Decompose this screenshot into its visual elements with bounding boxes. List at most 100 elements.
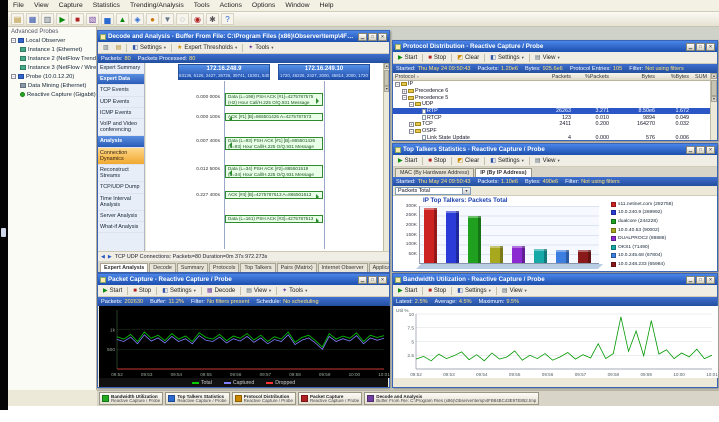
tree-item-instance-2-netflow-trending[interactable]: Instance 2 (NetFlow Trending)	[8, 54, 96, 63]
stop-button[interactable]: ■ Stop	[425, 53, 449, 63]
settings-button[interactable]: ◧ Settings ▾	[454, 286, 494, 296]
nav-icmp-events[interactable]: ICMP Events	[98, 108, 144, 120]
protocol-row-tcp[interactable]: + TCP 2411 0.200 164270 0.032	[393, 121, 710, 128]
nav-tcp-udp-dump[interactable]: TCP/UDP Dump	[98, 182, 144, 194]
tab-decode[interactable]: Decode	[149, 263, 176, 272]
expert-thresholds-button[interactable]: ★ Expert Thresholds ▾	[174, 43, 240, 53]
settings-button[interactable]: ◧ Settings ▾	[159, 286, 199, 296]
tree-item-instance-3-netflow-wireless[interactable]: Instance 3 (NetFlow / Wireless)	[8, 63, 96, 72]
nav-tcp-events[interactable]: TCP Events	[98, 85, 144, 97]
decode-icon[interactable]: ▧	[86, 13, 99, 25]
protocol-row-rtcp[interactable]: RTCP 123 0.010 9894 0.049	[393, 114, 710, 121]
minimize-button[interactable]: ▁	[686, 42, 695, 51]
tab-protocols[interactable]: Protocols	[208, 263, 240, 272]
maximize-button[interactable]: □	[696, 42, 705, 51]
nav-time-interval-analysis[interactable]: Time Interval Analysis	[98, 194, 144, 212]
menu-tools[interactable]: Tools	[189, 0, 215, 12]
message-box[interactable]: Data (L=161) PSH ACK [#3]=4275787513	[225, 215, 323, 223]
tree-item-probe-10-0-12-20[interactable]: − Probe (10.0.12.20)	[8, 72, 96, 81]
column-header-bytes[interactable]: %Bytes	[658, 74, 692, 80]
print-button[interactable]: ▥	[100, 43, 112, 53]
maximize-button[interactable]: □	[368, 32, 377, 41]
start-button[interactable]: ▶ Start	[395, 156, 420, 166]
nav-reconstruct-streams[interactable]: Reconstruct Streams	[98, 165, 144, 183]
tree-item-reactive-capture-gigabit[interactable]: Reactive Capture (Gigabit)	[8, 90, 96, 99]
taskbar-tab-bandwidth-utilization[interactable]: Bandwidth Utilization Reactive Capture / …	[99, 392, 164, 405]
titlebar[interactable]: Protocol Distribution - Reactive Capture…	[393, 41, 717, 52]
stop-button[interactable]: ■ Stop	[425, 156, 449, 166]
nav-expert-data[interactable]: Expert Data	[98, 74, 144, 86]
prev-connection-icon[interactable]: ◀	[101, 254, 105, 260]
tree-item-local-observer[interactable]: − Local Observer	[8, 36, 96, 45]
bar-10-0-248-233[interactable]	[578, 250, 591, 263]
titlebar[interactable]: Packet Capture - Reactive Capture / Prob…	[98, 274, 389, 285]
menu-view[interactable]: View	[29, 0, 54, 12]
nav-voip-and-video-conferencing[interactable]: VoIP and Video conferencing	[98, 119, 144, 137]
taskbar-tab-protocol-distribution[interactable]: Protocol Distribution Reactive Capture / …	[231, 392, 296, 405]
tab-summary[interactable]: Summary	[176, 263, 208, 272]
settings-button[interactable]: ◧ Settings ▾	[487, 156, 527, 166]
settings-icon[interactable]: ✱	[206, 13, 219, 25]
close-button[interactable]: ✕	[706, 145, 715, 154]
message-box[interactable]: ACK [#1] [B]=865501426 A=4275787573	[225, 113, 323, 121]
menu-file[interactable]: File	[8, 0, 29, 12]
bar-dualcore[interactable]	[468, 216, 481, 263]
protocol-row-ospf[interactable]: − OSPF	[393, 128, 710, 135]
message-box[interactable]: Data (L=93) PSH ACK [#1] [B]=865501426 (L…	[225, 137, 323, 150]
column-header-bytes[interactable]: Bytes	[612, 74, 658, 80]
stop-button[interactable]: ■ Stop	[130, 286, 154, 296]
minimize-button[interactable]: ▁	[686, 275, 695, 284]
collapse-icon[interactable]: −	[11, 74, 16, 79]
nav-expert-summary[interactable]: Expert Summary	[98, 63, 144, 75]
menu-help[interactable]: Help	[315, 0, 339, 12]
bar-dualproc2[interactable]	[512, 246, 525, 263]
tree-item-instance-1-ethernet[interactable]: Instance 1 (Ethernet)	[8, 45, 96, 54]
collapse-icon[interactable]: −	[409, 101, 414, 107]
taskbar-tab-packet-capture[interactable]: Packet Capture Reactive Capture / Probe	[297, 392, 363, 405]
stop-button[interactable]: ■ Stop	[425, 286, 449, 296]
menu-window[interactable]: Window	[280, 0, 314, 12]
minimize-button[interactable]: ▁	[686, 145, 695, 154]
nav-server-analysis[interactable]: Server Analysis	[98, 211, 144, 223]
protocol-row-ip[interactable]: − IP	[393, 81, 710, 88]
protocol-row-link-state-update[interactable]: Link State Update 4 0.000 576 0.006	[393, 135, 710, 140]
scroll-down-icon[interactable]: ▼	[711, 96, 717, 102]
column-header-sum[interactable]: SUM	[692, 74, 710, 80]
print-icon[interactable]: ▥	[41, 13, 54, 25]
message-box[interactable]: Data (L=34) PSH ACK [#2]=865501519 (L=34)…	[225, 165, 323, 178]
menu-capture[interactable]: Capture	[54, 0, 88, 12]
tree-item-data-mining-ethernet[interactable]: Data Mining (Ethernet)	[8, 81, 96, 90]
nav-analysis[interactable]: Analysis	[98, 136, 144, 148]
protocol-row-rtp[interactable]: RTP 26263 3.271 8.50e6 1.672	[393, 107, 710, 115]
expand-icon[interactable]: +	[409, 121, 414, 127]
view-button[interactable]: ▤ View ▾	[532, 156, 563, 166]
minimize-button[interactable]: ▁	[358, 275, 367, 284]
clear-button[interactable]: ◩ Clear	[454, 156, 482, 166]
menu-options[interactable]: Options	[247, 0, 280, 12]
scroll-thumb[interactable]	[711, 80, 717, 96]
close-button[interactable]: ✕	[378, 32, 387, 41]
tab-application-transa[interactable]: Application Transa	[368, 263, 389, 272]
view-button[interactable]: ▤ View ▾	[243, 286, 274, 296]
menu-trending-analysis[interactable]: Trending/Analysis	[125, 0, 189, 12]
protocol-row-precedence-5[interactable]: − Precedence 5	[393, 94, 710, 101]
start-button[interactable]: ▶ Start	[395, 286, 420, 296]
close-button[interactable]: ✕	[378, 275, 387, 284]
expand-icon[interactable]: +	[402, 88, 407, 94]
message-box[interactable]: Data (L=198) PSH ACK [#1]=4275787575 (H2)…	[225, 93, 323, 106]
message-box[interactable]: ACK [#4] [B]=4275787513 A=865501613	[225, 191, 323, 199]
nav-udp-events[interactable]: UDP Events	[98, 97, 144, 108]
collapse-icon[interactable]: −	[402, 95, 407, 101]
tab-mac-by-hardware-address[interactable]: MAC (By Hardware Address)	[395, 168, 475, 177]
network-icon[interactable]: ◈	[131, 13, 144, 25]
trend-chart-icon[interactable]: ▲	[116, 13, 129, 25]
maximize-button[interactable]: □	[696, 145, 705, 154]
bar-chart-icon[interactable]: ▅	[101, 13, 114, 25]
start-button[interactable]: ▶ Start	[100, 286, 125, 296]
probe-icon[interactable]: ●	[146, 13, 159, 25]
tab-pairs-matrix[interactable]: Pairs (Matrix)	[276, 263, 317, 272]
column-header-protocol[interactable]: Protocol ▿	[393, 74, 532, 80]
menu-statistics[interactable]: Statistics	[88, 0, 125, 12]
protocol-scrollbar[interactable]: ▲ ▼	[710, 73, 717, 140]
start-button[interactable]: ▶ Start	[395, 53, 420, 63]
